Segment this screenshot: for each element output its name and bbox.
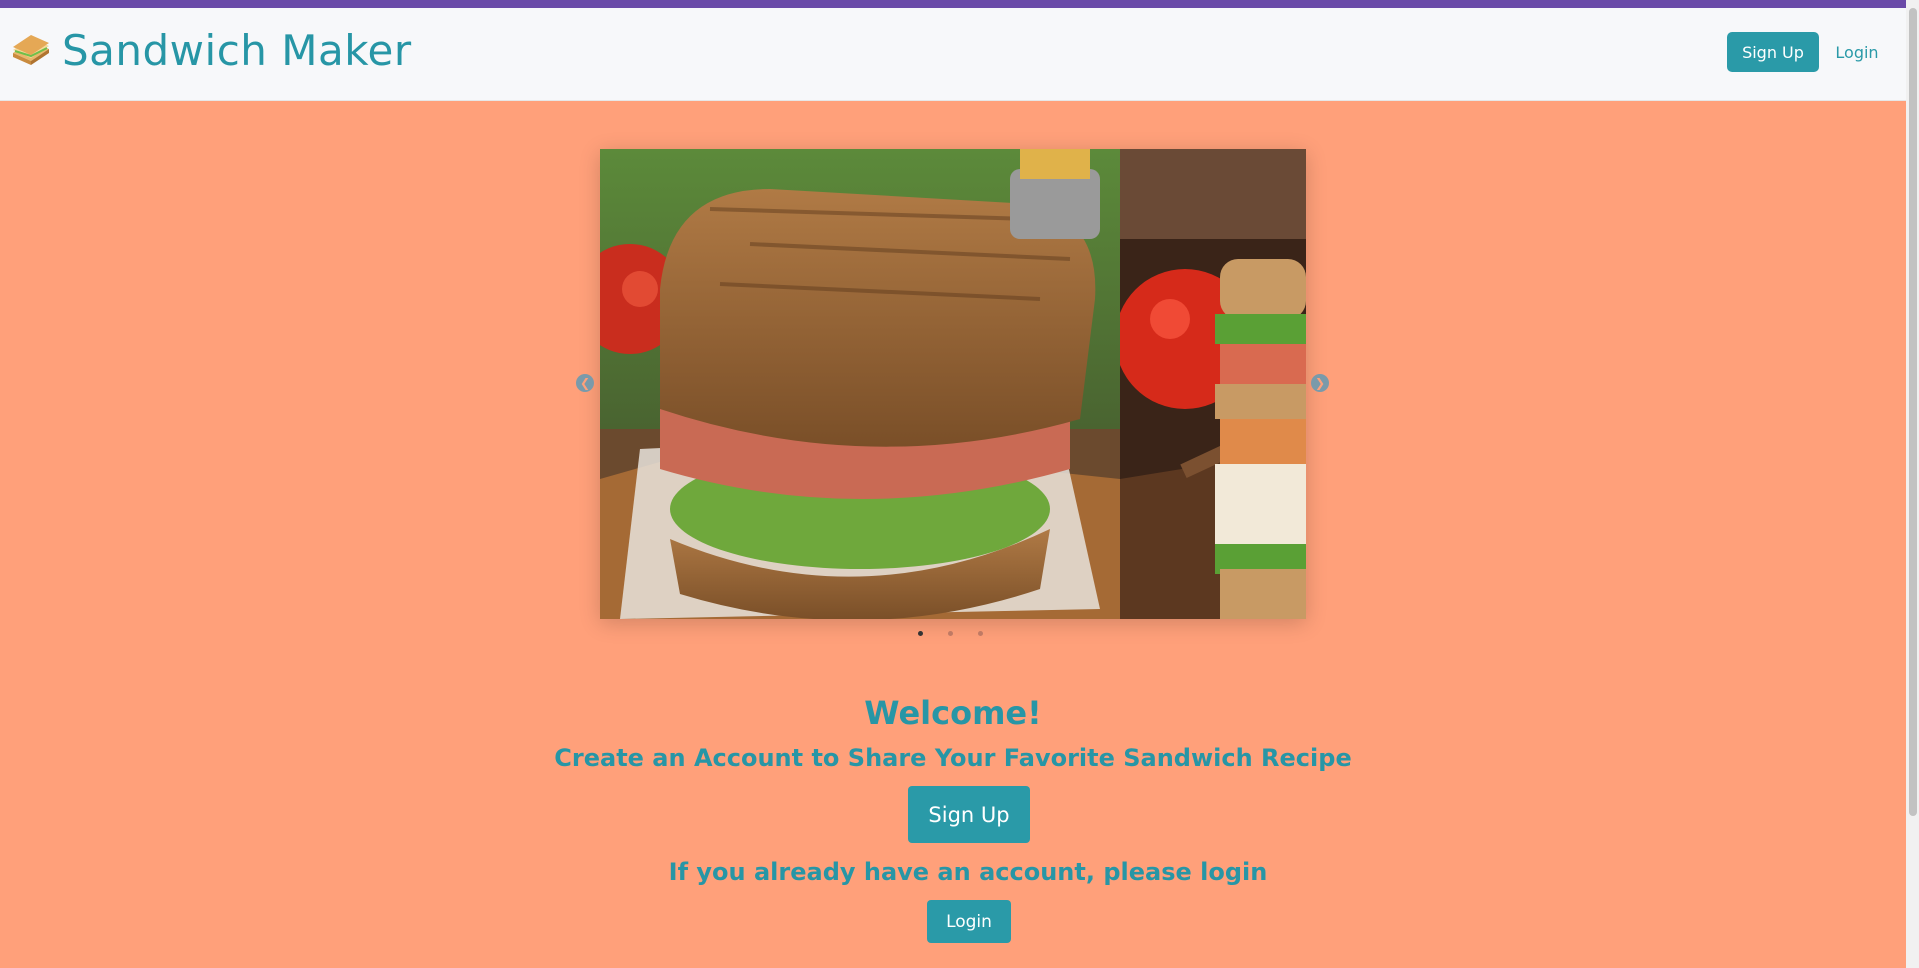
signup-button[interactable]: Sign Up bbox=[908, 786, 1030, 843]
sandwich-icon bbox=[13, 34, 49, 65]
brand-title: Sandwich Maker bbox=[62, 26, 412, 75]
image-carousel[interactable] bbox=[600, 149, 1306, 619]
nav-login-link[interactable]: Login bbox=[1832, 32, 1882, 72]
carousel-dot-1[interactable] bbox=[918, 631, 923, 636]
subtitle: Create an Account to Share Your Favorite… bbox=[554, 744, 1352, 772]
scrollbar-thumb[interactable] bbox=[1909, 8, 1917, 816]
brand[interactable]: Sandwich Maker bbox=[10, 26, 412, 75]
carousel-dot-2[interactable] bbox=[948, 631, 953, 636]
login-prompt-text: If you already have an account, please l… bbox=[668, 858, 1268, 886]
carousel-slide-blt-sandwich bbox=[600, 149, 1120, 619]
carousel-dot-3[interactable] bbox=[978, 631, 983, 636]
nav-signup-button[interactable]: Sign Up bbox=[1727, 32, 1819, 72]
login-button[interactable]: Login bbox=[927, 900, 1011, 943]
top-accent-stripe bbox=[0, 0, 1919, 8]
navbar: Sandwich Maker Sign Up Login bbox=[0, 8, 1906, 101]
carousel-slide-chicken-sandwich bbox=[1120, 149, 1306, 619]
chevron-left-icon[interactable]: ❮ bbox=[576, 374, 594, 392]
chevron-right-icon[interactable]: ❯ bbox=[1311, 374, 1329, 392]
welcome-heading: Welcome! bbox=[864, 694, 1042, 732]
carousel-indicators bbox=[918, 631, 983, 636]
